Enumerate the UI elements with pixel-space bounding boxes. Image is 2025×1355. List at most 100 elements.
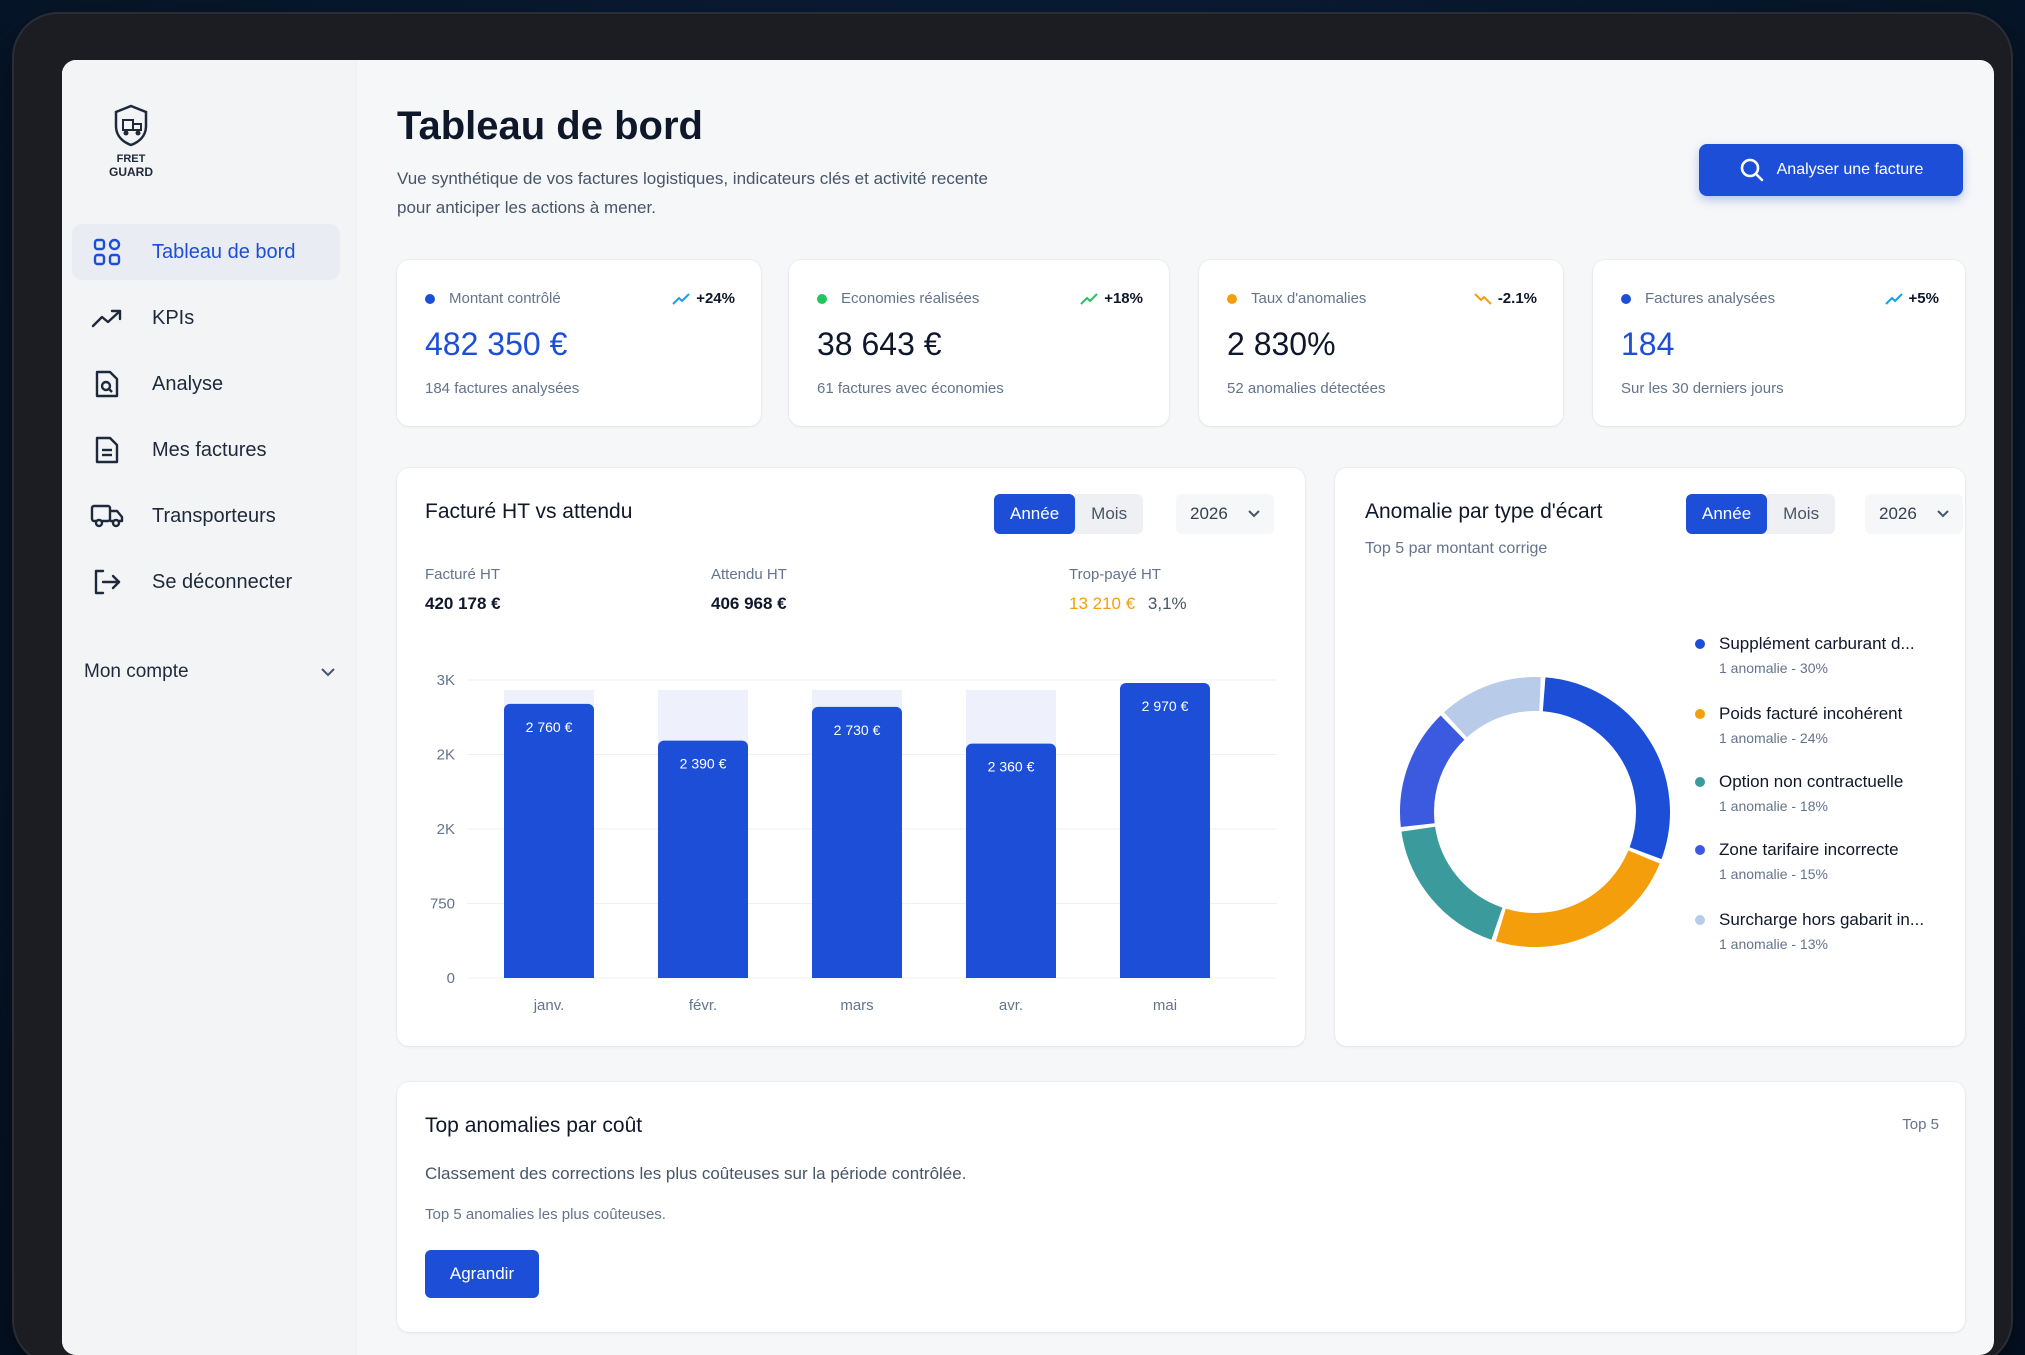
analyze-invoice-label: Analyser une facture [1776,161,1924,178]
x-tick-label: avr. [999,997,1023,1014]
sidebar-item-kpis[interactable]: KPIs [72,290,340,346]
donut-slice [1400,715,1465,827]
sidebar-nav: Tableau de bord KPIs Analyse Mes facture… [72,224,340,620]
legend-label: Option non contractuelle [1695,772,1965,792]
panel-note: Top 5 anomalies les plus coûteuses. [425,1206,666,1223]
app-screen: FRET GUARD Tableau de bord KPIs Analyse … [62,60,1994,1355]
kpi-label: Taux d'anomalies [1251,290,1367,307]
chevron-down-icon [321,668,335,677]
logout-icon [90,565,124,599]
legend-item: Supplément carburant d... 1 anomalie - 30… [1695,634,1965,676]
toggle-month[interactable]: Mois [1767,494,1836,534]
account-label: Mon compte [84,661,189,682]
search-icon [1740,158,1763,182]
y-tick-label: 750 [430,896,455,913]
kpi-value: 2 830% [1227,326,1336,362]
period-toggle: Année Mois [1686,494,1836,534]
truck-icon [90,499,124,533]
trend-down-icon [1474,292,1492,305]
billed-bar [1120,682,1210,978]
legend-subtext: 1 anomalie - 13% [1719,936,1828,952]
kpi-trend: +18% [1104,290,1143,307]
kpi-card-invoices-analyzed: Factures analysées +5% 184 Sur les 30 de… [1593,260,1965,426]
legend-item: Zone tarifaire incorrecte 1 anomalie - 15… [1695,840,1965,882]
donut-chart [1400,677,1670,947]
kpi-trend: +5% [1908,290,1939,307]
legend-text: Poids facturé incohérent [1719,704,1903,723]
kpi-trend: -2.1% [1497,290,1537,307]
billed-bar [812,706,902,978]
legend-dot [1695,845,1705,855]
billed-bar-base [812,970,902,978]
status-dot [425,293,435,304]
status-dot [1227,293,1237,304]
top-anomalies-panel: Top anomalies par coût Top 5 Classement … [397,1082,1965,1332]
expand-button[interactable]: Agrandir [425,1250,539,1298]
page-title: Tableau de bord [397,104,703,148]
donut-slice [1495,850,1660,947]
legend-text: Surcharge hors gabarit in... [1719,910,1925,929]
kpi-value: 482 350 € [425,326,568,362]
sidebar: FRET GUARD Tableau de bord KPIs Analyse … [62,60,357,1355]
fret-guard-logo: FRET GUARD [109,104,153,179]
x-tick-label: févr. [689,997,717,1014]
kpi-trend: +24% [696,290,735,307]
bar-value-label: 2 390 € [680,756,727,772]
logo-text-line2: GUARD [109,165,153,179]
year-select[interactable]: 2026 [1865,494,1963,534]
legend-item: Surcharge hors gabarit in... 1 anomalie -… [1695,910,1965,952]
sidebar-item-dashboard[interactable]: Tableau de bord [72,224,340,280]
billed-vs-expected-panel: Facturé HT vs attendu Année Mois 2026 Fa… [397,468,1305,1046]
sidebar-item-logout[interactable]: Se déconnecter [72,554,340,610]
x-tick-label: mai [1153,997,1177,1014]
kpi-note: Sur les 30 derniers jours [1621,380,1784,397]
bar-chart: 0 750 2K 2K 3K 2 760 € janv. 2 390 € févr. 2 730 … [430,672,1277,1014]
logo-text-line1: FRET [117,153,146,165]
kpi-card-anomaly-rate: Taux d'anomalies -2.1% 2 830% 52 anomali… [1199,260,1563,426]
sidebar-item-label: Analyse [152,372,224,395]
grid-icon [90,235,124,269]
trend-up-icon [672,292,690,305]
kpi-note: 184 factures analysées [425,380,580,397]
legend-label: Poids facturé incohérent [1695,704,1965,724]
kpi-note: 61 factures avec économies [817,380,1004,397]
page-subtitle: Vue synthétique de vos factures logistiq… [397,169,988,217]
legend-subtext: 1 anomalie - 15% [1719,866,1828,882]
analyze-invoice-button[interactable]: Analyser une facture [1699,144,1963,196]
y-tick-label: 2K [437,747,455,764]
trend-up-icon [1080,292,1098,305]
status-dot [817,293,827,304]
account-menu[interactable]: Mon compte [84,652,336,692]
legend-item: Poids facturé incohérent 1 anomalie - 24% [1695,704,1965,746]
billed-bar-base [1120,970,1210,978]
billed-bar [504,703,594,978]
kpi-value: 184 [1621,326,1675,362]
sidebar-item-carriers[interactable]: Transporteurs [72,488,340,544]
legend-label: Surcharge hors gabarit in... [1695,910,1965,930]
billed-bar-base [966,970,1056,978]
anomaly-by-type-panel: Anomalie par type d'écart Top 5 par mont… [1335,468,1965,1046]
toggle-year[interactable]: Année [1686,494,1768,534]
legend-text: Supplément carburant d... [1719,634,1915,653]
billed-bar [966,743,1056,978]
legend-label: Zone tarifaire incorrecte [1695,840,1965,860]
sidebar-item-analyse[interactable]: Analyse [72,356,340,412]
panel-title: Anomalie par type d'écart [1365,500,1603,523]
sidebar-item-label: Tableau de bord [152,240,296,263]
trending-up-icon [90,301,124,335]
kpi-label: Factures analysées [1645,290,1776,307]
bar-value-label: 2 730 € [834,722,881,738]
kpi-card-savings: Economies réalisées +18% 38 643 € 61 fac… [789,260,1169,426]
tablet-frame: FRET GUARD Tableau de bord KPIs Analyse … [14,14,2011,1355]
bar-value-label: 2 360 € [988,759,1035,775]
kpi-label: Montant contrôlé [449,290,561,307]
legend-item: Option non contractuelle 1 anomalie - 18% [1695,772,1965,814]
billed-bar-base [658,970,748,978]
kpi-note: 52 anomalies détectées [1227,380,1386,397]
sidebar-item-invoices[interactable]: Mes factures [72,422,340,478]
kpi-card-controlled-amount: Montant contrôlé +24% 482 350 € 184 fact… [397,260,761,426]
legend-subtext: 1 anomalie - 24% [1719,730,1828,746]
legend-subtext: 1 anomalie - 30% [1719,660,1828,676]
sidebar-item-label: KPIs [152,306,195,329]
panel-subtitle: Top 5 par montant corrige [1365,540,1548,557]
